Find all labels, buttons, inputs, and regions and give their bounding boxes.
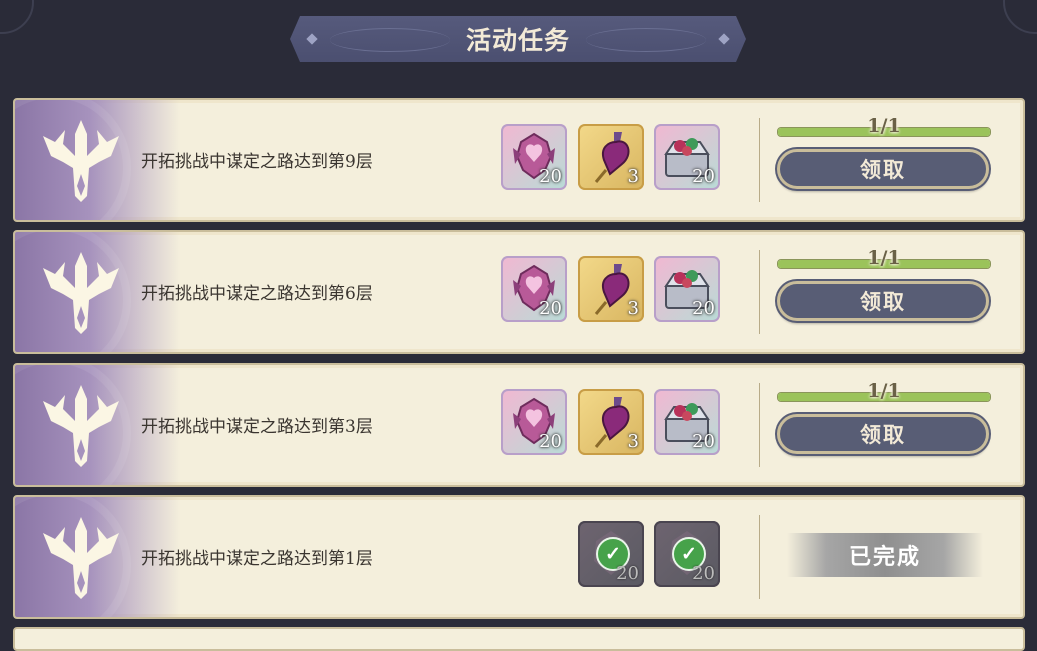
reward-item[interactable]: ✓ 20 bbox=[578, 521, 644, 587]
claim-button[interactable]: 领取 bbox=[777, 149, 989, 189]
quest-card: 开拓挑战中谋定之路达到第3层 20 3 20 1/1 领取 bbox=[13, 363, 1025, 487]
reward-quantity: 20 bbox=[692, 298, 715, 319]
claim-button[interactable]: 领取 bbox=[777, 414, 989, 454]
reward-item[interactable]: ✓ 20 bbox=[654, 521, 720, 587]
quest-card: 开拓挑战中谋定之路达到第9层 20 3 20 1/1 领取 bbox=[13, 98, 1025, 222]
trailblaze-emblem-icon bbox=[37, 381, 125, 469]
progress-text: 1/1 bbox=[867, 115, 901, 137]
diamond-ornament-icon bbox=[306, 33, 318, 45]
quest-description: 开拓挑战中谋定之路达到第6层 bbox=[141, 284, 373, 304]
trailblaze-emblem-icon bbox=[37, 248, 125, 336]
reward-quantity: 3 bbox=[627, 166, 639, 187]
reward-quantity: 20 bbox=[539, 431, 562, 452]
reward-quantity: 20 bbox=[539, 298, 562, 319]
corner-ornament-right bbox=[1003, 0, 1037, 34]
reward-quantity: 3 bbox=[627, 298, 639, 319]
reward-quantity: 20 bbox=[616, 563, 639, 584]
reward-item[interactable]: 20 bbox=[501, 124, 567, 190]
divider bbox=[759, 515, 760, 599]
swirl-ornament bbox=[586, 28, 706, 52]
reward-item[interactable]: 3 bbox=[578, 256, 644, 322]
page-title: 活动任务 bbox=[465, 26, 570, 55]
next-quest-card-edge bbox=[13, 627, 1025, 651]
progress-text: 1/1 bbox=[867, 380, 901, 402]
reward-quantity: 3 bbox=[627, 431, 639, 452]
corner-ornament-left bbox=[0, 0, 34, 34]
completed-status-label: 已完成 bbox=[787, 533, 983, 577]
title-banner: 活动任务 bbox=[290, 16, 746, 62]
quest-description: 开拓挑战中谋定之路达到第1层 bbox=[141, 549, 373, 569]
reward-item[interactable]: 3 bbox=[578, 389, 644, 455]
trailblaze-emblem-icon bbox=[37, 513, 125, 601]
quest-card: 开拓挑战中谋定之路达到第1层 ✓ 20 ✓ 20 已完成 bbox=[13, 495, 1025, 619]
divider bbox=[759, 383, 760, 467]
quest-description: 开拓挑战中谋定之路达到第9层 bbox=[141, 152, 373, 172]
reward-quantity: 20 bbox=[692, 431, 715, 452]
diamond-ornament-icon bbox=[718, 33, 730, 45]
reward-item[interactable]: 20 bbox=[654, 124, 720, 190]
reward-quantity: 20 bbox=[692, 563, 715, 584]
reward-quantity: 20 bbox=[539, 166, 562, 187]
quest-card: 开拓挑战中谋定之路达到第6层 20 3 20 1/1 领取 bbox=[13, 230, 1025, 354]
reward-item[interactable]: 3 bbox=[578, 124, 644, 190]
reward-item[interactable]: 20 bbox=[654, 256, 720, 322]
progress-text: 1/1 bbox=[867, 247, 901, 269]
quest-description: 开拓挑战中谋定之路达到第3层 bbox=[141, 417, 373, 437]
divider bbox=[759, 250, 760, 334]
divider bbox=[759, 118, 760, 202]
swirl-ornament bbox=[330, 28, 450, 52]
claim-button[interactable]: 领取 bbox=[777, 281, 989, 321]
reward-quantity: 20 bbox=[692, 166, 715, 187]
reward-item[interactable]: 20 bbox=[501, 389, 567, 455]
reward-item[interactable]: 20 bbox=[654, 389, 720, 455]
reward-item[interactable]: 20 bbox=[501, 256, 567, 322]
trailblaze-emblem-icon bbox=[37, 116, 125, 204]
